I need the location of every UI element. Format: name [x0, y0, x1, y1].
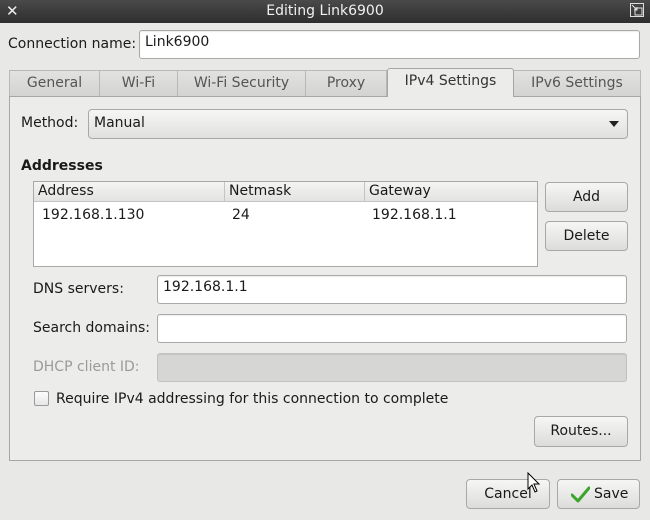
search-domains-input[interactable]	[157, 314, 627, 343]
search-domains-label: Search domains:	[33, 320, 150, 336]
tab-wifi[interactable]: Wi-Fi	[99, 70, 178, 96]
tab-ipv6-settings[interactable]: IPv6 Settings	[513, 70, 641, 96]
method-label: Method:	[21, 115, 79, 131]
addresses-heading: Addresses	[21, 158, 103, 174]
connection-name-value: Link6900	[145, 34, 210, 50]
delete-button[interactable]: Delete	[545, 221, 628, 251]
connection-name-input[interactable]: Link6900	[139, 30, 640, 59]
dhcp-client-id-label: DHCP client ID:	[33, 359, 140, 375]
dns-servers-input[interactable]: 192.168.1.1	[157, 275, 627, 304]
column-header-gateway[interactable]: Gateway	[365, 182, 537, 201]
require-ipv4-checkbox[interactable]	[34, 391, 49, 406]
dropdown-arrow-icon	[609, 121, 619, 127]
address-cell[interactable]: 192.168.1.130	[42, 207, 144, 223]
dns-servers-label: DNS servers:	[33, 281, 124, 297]
save-button-label: Save	[594, 486, 629, 502]
mouse-pointer-icon	[527, 472, 541, 493]
dns-servers-value: 192.168.1.1	[163, 279, 248, 295]
tab-ipv4-settings[interactable]: IPv4 Settings	[387, 68, 514, 97]
restore-window-icon[interactable]	[630, 3, 644, 17]
tab-bar: General Wi-Fi Wi-Fi Security Proxy IPv4 …	[9, 68, 641, 97]
tab-wifi-security[interactable]: Wi-Fi Security	[177, 70, 306, 96]
window-title: Editing Link6900	[266, 3, 384, 19]
require-ipv4-label[interactable]: Require IPv4 addressing for this connect…	[56, 391, 448, 407]
column-header-netmask[interactable]: Netmask	[225, 182, 365, 201]
method-dropdown[interactable]: Manual	[88, 109, 628, 139]
checkmark-icon	[571, 486, 590, 503]
tab-general[interactable]: General	[9, 70, 100, 96]
gateway-cell[interactable]: 192.168.1.1	[372, 207, 457, 223]
column-header-address[interactable]: Address	[34, 182, 225, 201]
save-button[interactable]: Save	[557, 479, 640, 509]
connection-name-label: Connection name:	[8, 36, 137, 52]
method-value: Manual	[94, 115, 145, 131]
tab-proxy[interactable]: Proxy	[305, 70, 387, 96]
routes-button[interactable]: Routes...	[534, 416, 628, 447]
add-button[interactable]: Add	[545, 182, 628, 212]
title-bar: ✕ Editing Link6900	[0, 0, 650, 23]
addresses-table[interactable]: Address Netmask Gateway 192.168.1.130 24…	[33, 181, 538, 267]
addresses-table-header: Address Netmask Gateway	[34, 182, 537, 202]
dhcp-client-id-input	[157, 353, 627, 382]
netmask-cell[interactable]: 24	[232, 207, 250, 223]
